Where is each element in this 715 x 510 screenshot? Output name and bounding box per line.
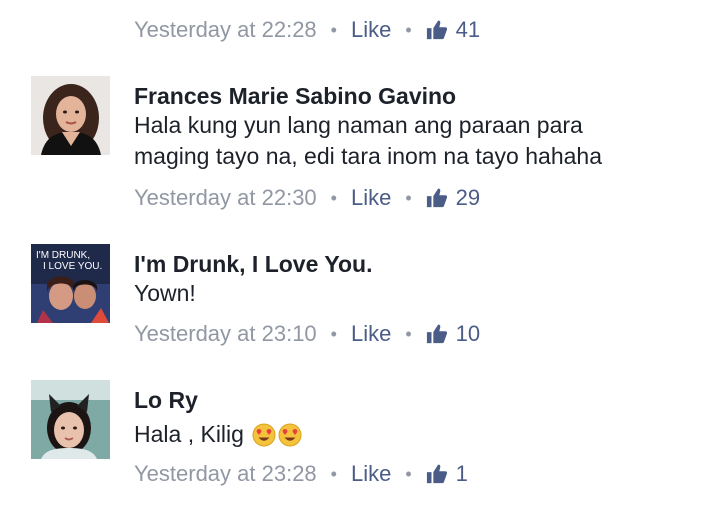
comment-timestamp[interactable]: Yesterday at 23:10 bbox=[134, 321, 317, 347]
separator-dot: • bbox=[330, 188, 337, 208]
comment-meta-row: Yesterday at 23:10 • Like • 10 bbox=[134, 321, 480, 347]
comment-text-line: Hala kung yun lang naman ang paraan para bbox=[134, 112, 583, 138]
avatar-logo-text: I LOVE YOU. bbox=[43, 261, 102, 272]
comment-text-line: Hala , Kilig bbox=[134, 419, 302, 450]
like-count[interactable]: 1 bbox=[456, 461, 468, 487]
like-link[interactable]: Like bbox=[351, 185, 391, 211]
like-count[interactable]: 10 bbox=[456, 321, 480, 347]
thumbs-up-icon[interactable] bbox=[426, 187, 448, 209]
avatar[interactable] bbox=[31, 380, 110, 459]
avatar[interactable]: I'M DRUNK, I LOVE YOU. bbox=[31, 244, 110, 323]
comment-text-line: maging tayo na, edi tara inom na tayo ha… bbox=[134, 143, 602, 169]
separator-dot: • bbox=[405, 464, 412, 484]
comment-text: Hala , Kilig bbox=[134, 421, 244, 447]
comment-meta-row: Yesterday at 22:30 • Like • 29 bbox=[134, 185, 480, 211]
comment-meta-row: Yesterday at 22:28 • Like • 41 bbox=[134, 17, 480, 43]
like-link[interactable]: Like bbox=[351, 461, 391, 487]
comment-timestamp[interactable]: Yesterday at 22:28 bbox=[134, 17, 317, 43]
heart-eyes-emoji-icon bbox=[278, 423, 302, 447]
thumbs-up-icon[interactable] bbox=[426, 19, 448, 41]
like-count[interactable]: 29 bbox=[456, 185, 480, 211]
comment-text-line: Yown! bbox=[134, 280, 196, 306]
comment-meta-row: Yesterday at 23:28 • Like • 1 bbox=[134, 461, 468, 487]
commenter-name[interactable]: I'm Drunk, I Love You. bbox=[134, 250, 373, 278]
like-count[interactable]: 41 bbox=[456, 17, 480, 43]
like-link[interactable]: Like bbox=[351, 17, 391, 43]
separator-dot: • bbox=[330, 464, 337, 484]
thumbs-up-icon[interactable] bbox=[426, 323, 448, 345]
commenter-name[interactable]: Lo Ry bbox=[134, 386, 198, 414]
comment-timestamp[interactable]: Yesterday at 22:30 bbox=[134, 185, 317, 211]
separator-dot: • bbox=[405, 324, 412, 344]
separator-dot: • bbox=[405, 20, 412, 40]
like-link[interactable]: Like bbox=[351, 321, 391, 347]
commenter-name[interactable]: Frances Marie Sabino Gavino bbox=[134, 82, 456, 110]
separator-dot: • bbox=[330, 324, 337, 344]
heart-eyes-emoji-icon bbox=[252, 423, 276, 447]
separator-dot: • bbox=[330, 20, 337, 40]
comment-timestamp[interactable]: Yesterday at 23:28 bbox=[134, 461, 317, 487]
avatar[interactable] bbox=[31, 76, 110, 155]
separator-dot: • bbox=[405, 188, 412, 208]
thumbs-up-icon[interactable] bbox=[426, 463, 448, 485]
avatar-logo-text: I'M DRUNK, bbox=[36, 250, 90, 261]
